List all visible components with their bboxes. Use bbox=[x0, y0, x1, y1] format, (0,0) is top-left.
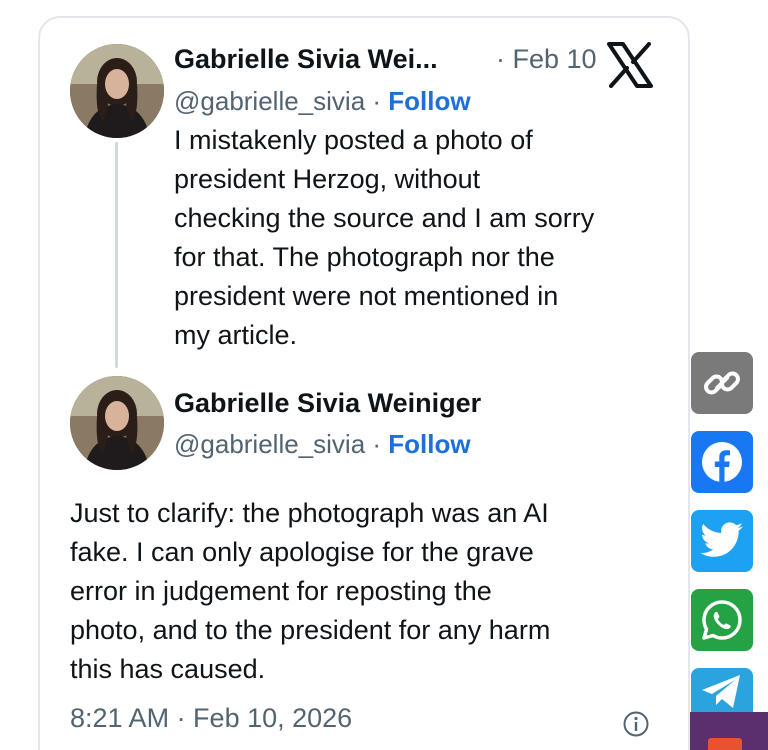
facebook-share-button[interactable] bbox=[691, 431, 753, 493]
whatsapp-share-button[interactable] bbox=[691, 589, 753, 651]
tweet-text-line: fake. I can only apologise for the grave bbox=[70, 537, 534, 567]
avatar[interactable] bbox=[70, 376, 164, 470]
tweet-date[interactable]: · Feb 10 bbox=[496, 44, 597, 75]
tweet-text-line: checking the source and I am sorry bbox=[174, 203, 595, 233]
tweet-text: Just to clarify: the photograph was an A… bbox=[70, 494, 550, 689]
tweet-text-line: photo, and to the president for any harm bbox=[70, 615, 551, 645]
link-icon bbox=[704, 371, 740, 395]
tweet-text-line: president were not mentioned in bbox=[174, 281, 559, 311]
follow-button[interactable]: Follow bbox=[388, 429, 470, 459]
twitter-icon bbox=[700, 522, 743, 557]
copy-link-button[interactable] bbox=[691, 352, 753, 414]
facebook-icon bbox=[702, 442, 742, 482]
separator-dot: · bbox=[372, 429, 382, 459]
x-logo-icon[interactable] bbox=[606, 42, 654, 88]
info-icon[interactable] bbox=[622, 710, 650, 738]
thread-connector-line bbox=[115, 142, 118, 368]
avatar-photo bbox=[70, 44, 164, 138]
tweet-text-line: for that. The photograph nor the bbox=[174, 242, 555, 272]
tweet-text-line: president Herzog, without bbox=[174, 164, 481, 194]
tweet-text-line: this has caused. bbox=[70, 654, 266, 684]
handle-row: @gabrielle_sivia · Follow bbox=[174, 429, 471, 460]
twitter-share-button[interactable] bbox=[691, 510, 753, 572]
telegram-icon bbox=[702, 675, 740, 708]
tweet-text-line: I mistakenly posted a photo of bbox=[174, 125, 533, 155]
author-name[interactable]: Gabrielle Sivia Wei... bbox=[174, 44, 438, 75]
tweet-text-line: error in judgement for reposting the bbox=[70, 576, 492, 606]
tweet-text-line: Just to clarify: the photograph was an A… bbox=[70, 498, 549, 528]
telegram-share-button[interactable] bbox=[691, 668, 753, 716]
whatsapp-icon bbox=[702, 600, 742, 640]
author-handle[interactable]: @gabrielle_sivia bbox=[174, 429, 365, 459]
avatar[interactable] bbox=[70, 44, 164, 138]
author-handle[interactable]: @gabrielle_sivia bbox=[174, 86, 365, 116]
handle-row: @gabrielle_sivia · Follow bbox=[174, 86, 471, 117]
avatar-photo bbox=[70, 376, 164, 470]
tweet-text: I mistakenly posted a photo of president… bbox=[174, 121, 594, 355]
follow-button[interactable]: Follow bbox=[388, 86, 470, 116]
bottom-corner-badge bbox=[708, 738, 742, 750]
separator-dot: · bbox=[372, 86, 382, 116]
tweet-text-line: my article. bbox=[174, 320, 298, 350]
author-name[interactable]: Gabrielle Sivia Weiniger bbox=[174, 388, 481, 419]
tweet-timestamp[interactable]: 8:21 AM · Feb 10, 2026 bbox=[70, 703, 352, 734]
